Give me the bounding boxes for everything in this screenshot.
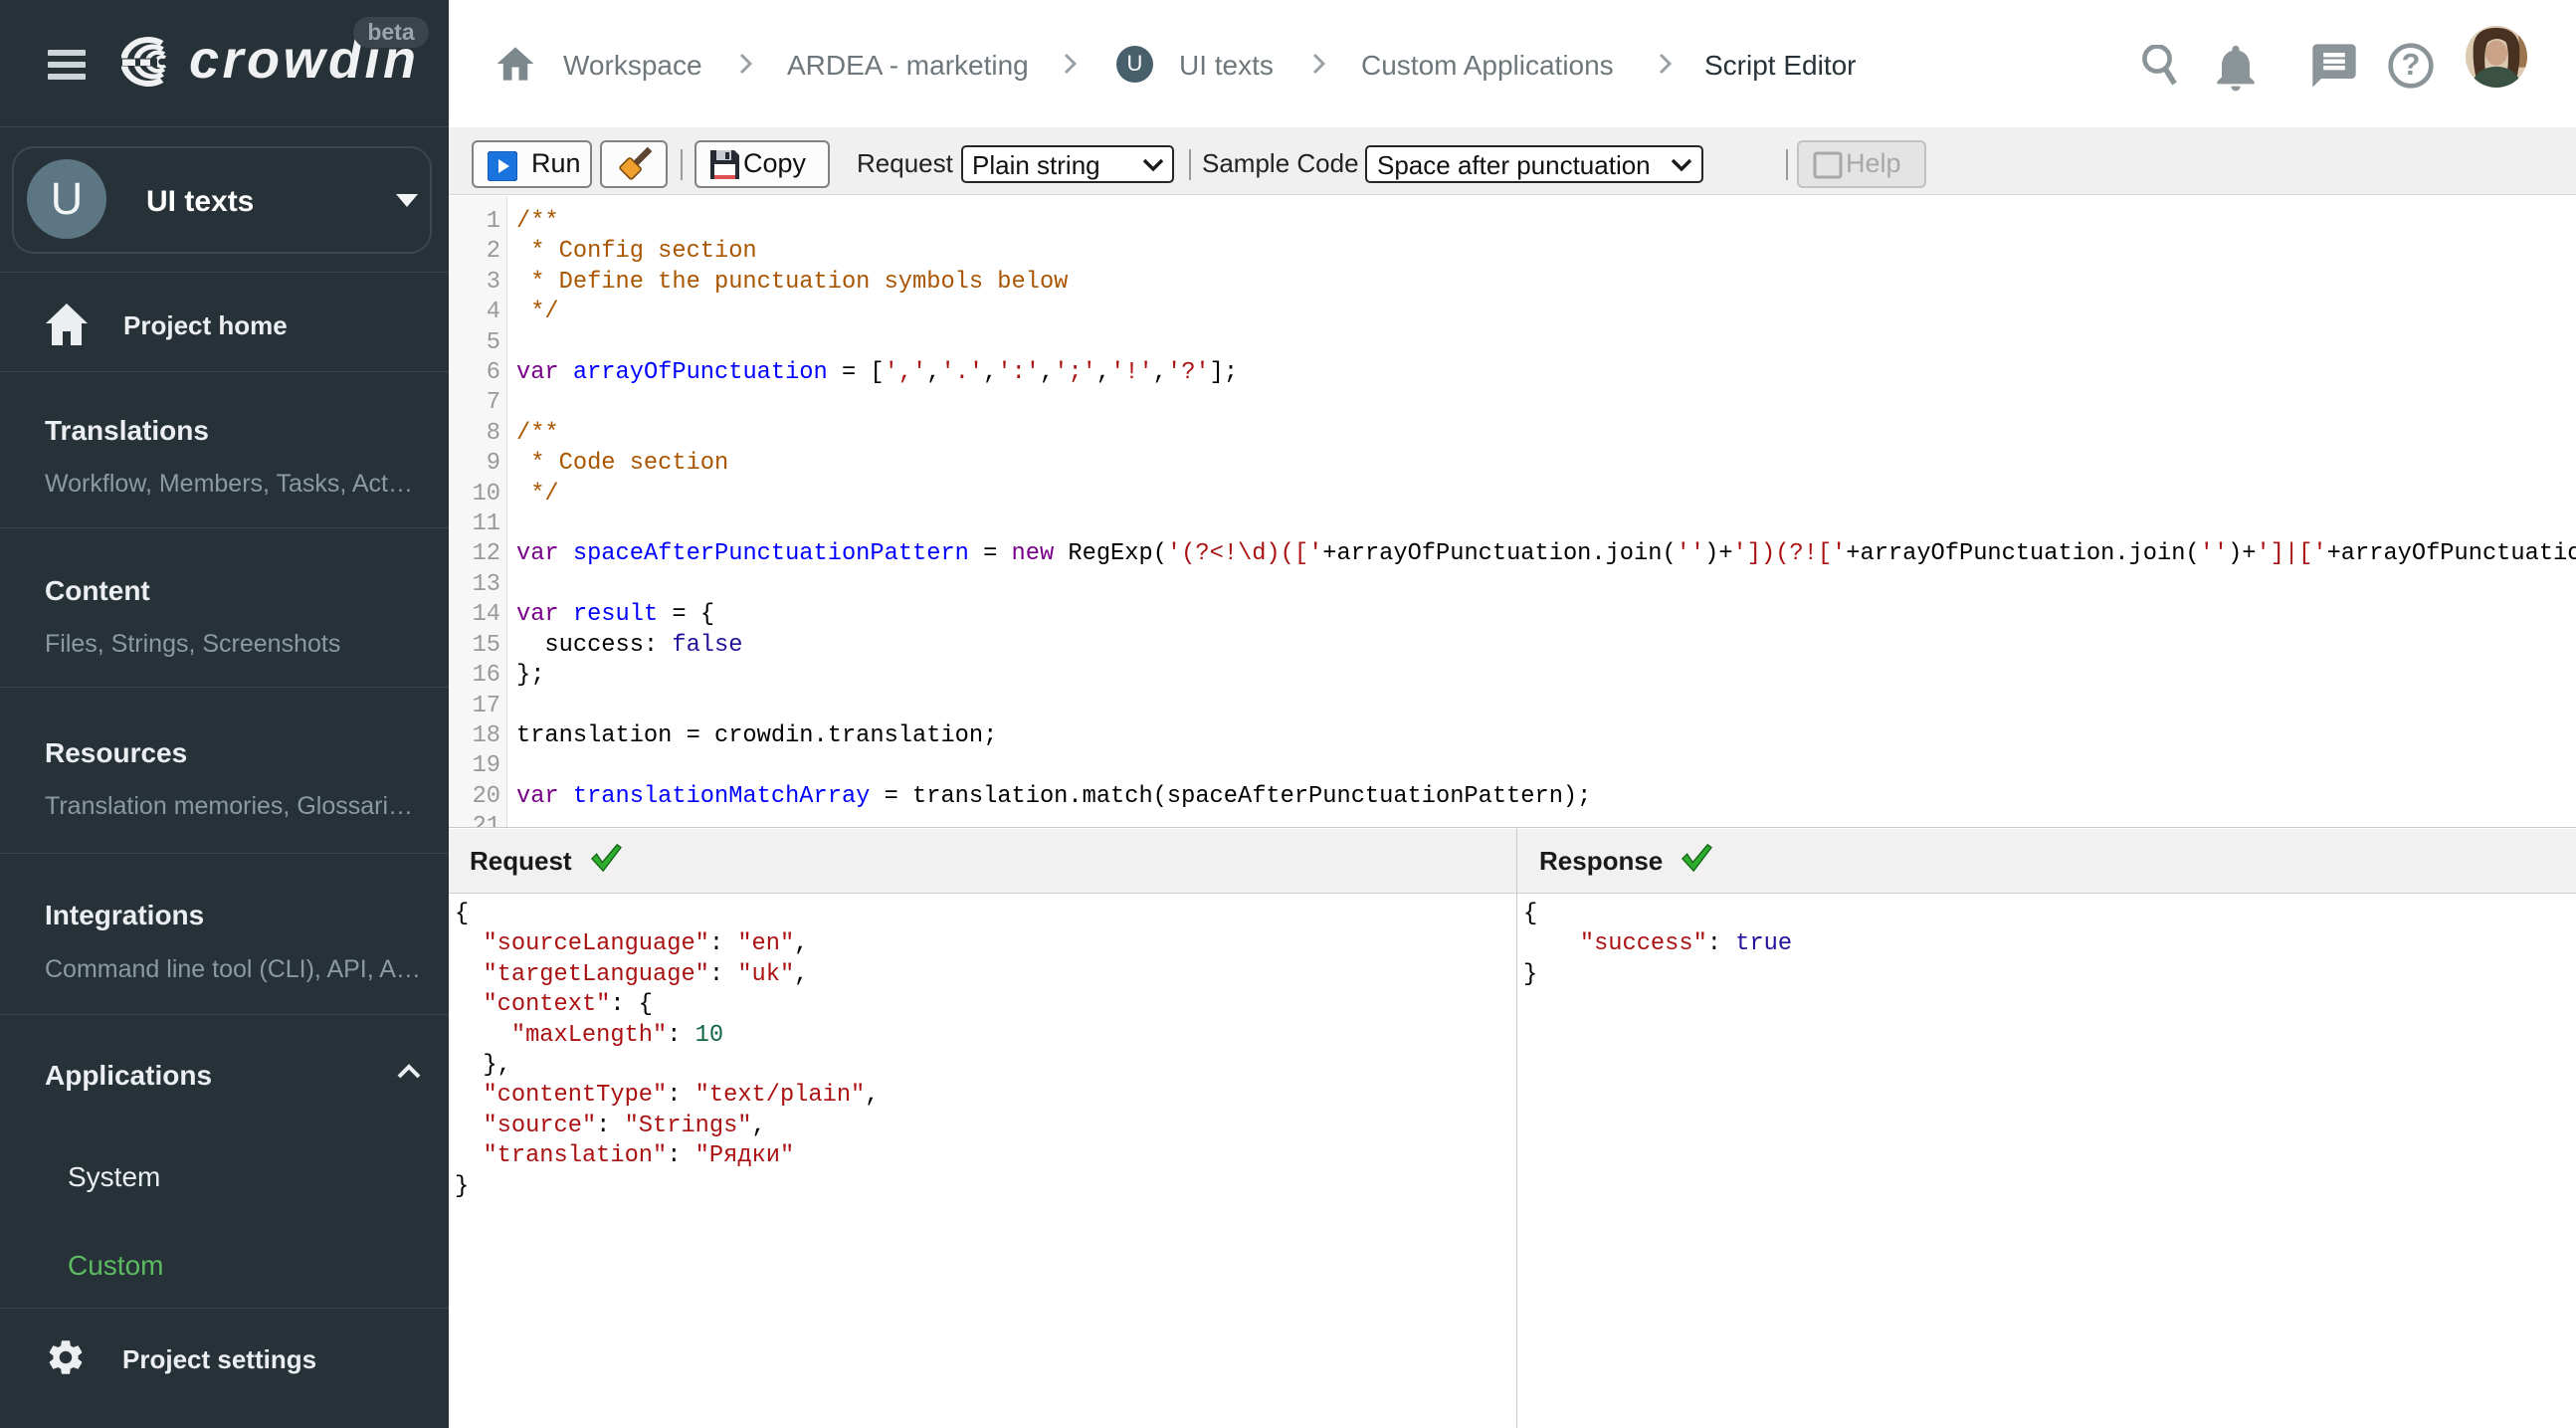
- svg-text:?: ?: [2402, 48, 2421, 82]
